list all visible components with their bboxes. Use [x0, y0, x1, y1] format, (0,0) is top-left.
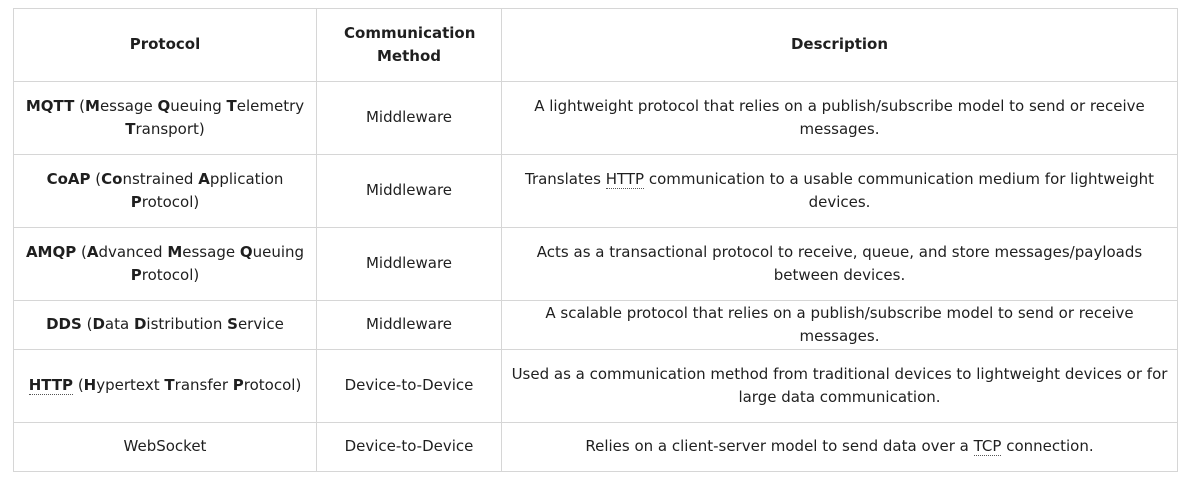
protocol-name-initial: D: [92, 315, 105, 334]
protocol-abbreviation: CoAP: [46, 169, 91, 188]
protocol-name-text: xt: [144, 376, 165, 395]
protocol-name-text: (: [76, 242, 87, 261]
protocol-name-text: istribution: [146, 315, 228, 334]
protocol-name-initial: T: [164, 376, 175, 395]
protocol-name-initial: P: [130, 266, 142, 284]
communication-method-cell: Middleware: [316, 227, 502, 301]
protocol-name-text: ransfer: [174, 376, 233, 395]
protocol-name-text: rotocol): [141, 266, 200, 284]
description-text: A scalable protocol that relies on a pub…: [545, 303, 1134, 346]
description-text: connection.: [1001, 437, 1094, 456]
protocol-name-text: essage: [182, 242, 240, 261]
protocol-name-initial: D: [133, 315, 147, 334]
communication-method-cell: Middleware: [316, 154, 502, 228]
table-row: AMQP (Advanced Message Queuing Protocol)…: [13, 227, 1178, 301]
communication-method-cell: Middleware: [316, 300, 502, 350]
protocol-name-text: elemetry: [236, 96, 305, 115]
protocol-abbreviation: MQTT: [25, 96, 75, 115]
protocol-cell: HTTP (Hypertext Transfer Protocol): [13, 349, 317, 423]
description-cell: A scalable protocol that relies on a pub…: [501, 300, 1178, 350]
description-text: Translates: [524, 169, 606, 188]
protocol-name-text: ueuing: [252, 242, 305, 261]
header-protocol: Protocol: [13, 8, 317, 82]
description-abbreviation: TCP: [973, 437, 1002, 457]
table-row: DDS (Data Distribution Service Middleware…: [13, 300, 1178, 350]
protocol-name-text: ueuing: [170, 96, 227, 115]
protocol-name-initial: A: [86, 242, 99, 261]
protocol-name-initial: M: [167, 242, 183, 261]
protocol-name-text: ransport): [135, 120, 205, 138]
protocol-name-initial: Co: [101, 169, 123, 188]
protocol-name-text: ervice: [237, 315, 284, 334]
protocol-name-text: (: [90, 169, 102, 188]
protocol-name-initial: A: [198, 169, 210, 188]
description-cell: Acts as a transactional protocol to rece…: [501, 227, 1178, 301]
table-row: HTTP (Hypertext Transfer Protocol) Device…: [13, 349, 1178, 423]
description-text: communication to a usable communication …: [644, 169, 1154, 212]
protocol-cell: WebSocket: [13, 422, 317, 472]
communication-method-cell: Device-to-Device: [316, 349, 502, 423]
protocol-name-text: essage: [99, 96, 158, 115]
description-abbreviation: HTTP: [605, 169, 645, 189]
protocol-cell: DDS (Data Distribution Service: [13, 300, 317, 350]
protocol-abbreviation: AMQP: [25, 242, 77, 261]
protocol-name-text: nstrained: [122, 169, 199, 188]
description-text: Used as a communication method from trad…: [511, 364, 1168, 407]
protocol-table-wrapper: Protocol Communication Method Descriptio…: [13, 8, 1178, 472]
protocol-name-initial: S: [227, 315, 238, 334]
protocol-name-text: (: [81, 315, 93, 334]
protocol-name-text: ata: [104, 315, 134, 334]
description-text: A lightweight protocol that relies on a …: [534, 96, 1145, 139]
protocol-abbreviation: DDS: [46, 315, 82, 334]
protocol-cell: MQTT (Message Queuing Telemetry Transpor…: [13, 81, 317, 155]
table-row: CoAP (Constrained Application Protocol) M…: [13, 154, 1178, 228]
protocol-name-initial: T: [226, 96, 237, 115]
table-header-row: Protocol Communication Method Descriptio…: [13, 8, 1178, 82]
header-description: Description: [501, 8, 1178, 82]
description-cell: Relies on a client-server model to send …: [501, 422, 1178, 472]
protocol-name-initial: P: [130, 193, 142, 211]
protocol-name-text: ypert: [96, 376, 136, 395]
communication-method-cell: Middleware: [316, 81, 502, 155]
protocol-name-initial: Q: [157, 96, 171, 115]
description-cell: Translates HTTP communication to a usabl…: [501, 154, 1178, 228]
header-communication-method-label: Communication Method: [344, 23, 476, 66]
protocol-name-text: rotocol): [243, 376, 302, 395]
protocol-name-text: (: [74, 96, 85, 115]
protocol-name-text: pplication: [209, 169, 284, 188]
protocol-name-text: rotocol): [141, 193, 200, 211]
protocol-name-initial: M: [85, 96, 100, 115]
protocol-name-initial: H: [83, 376, 97, 395]
protocol-cell: CoAP (Constrained Application Protocol): [13, 154, 317, 228]
table-row: WebSocket Device-to-Device Relies on a cli…: [13, 422, 1178, 472]
protocol-name-initial: P: [232, 376, 244, 395]
description-cell: A lightweight protocol that relies on a …: [501, 81, 1178, 155]
communication-method-cell: Device-to-Device: [316, 422, 502, 472]
description-cell: Used as a communication method from trad…: [501, 349, 1178, 423]
header-communication-method: Communication Method: [316, 8, 502, 82]
protocol-comparison-table: Protocol Communication Method Descriptio…: [13, 8, 1178, 472]
protocol-name-text: dvanced: [98, 242, 168, 261]
protocol-abbreviation: HTTP: [28, 376, 74, 396]
protocol-name-initial: Q: [239, 242, 253, 261]
description-text: Relies on a client-server model to send …: [585, 437, 974, 456]
protocol-name-text: (: [73, 376, 84, 395]
protocol-name-text: e: [135, 376, 145, 395]
protocol-name-text: WebSocket: [123, 437, 207, 456]
protocol-name-initial: T: [125, 120, 136, 138]
description-text: Acts as a transactional protocol to rece…: [536, 242, 1143, 285]
protocol-cell: AMQP (Advanced Message Queuing Protocol): [13, 227, 317, 301]
table-row: MQTT (Message Queuing Telemetry Transpor…: [13, 81, 1178, 155]
table-body: MQTT (Message Queuing Telemetry Transpor…: [13, 81, 1178, 472]
